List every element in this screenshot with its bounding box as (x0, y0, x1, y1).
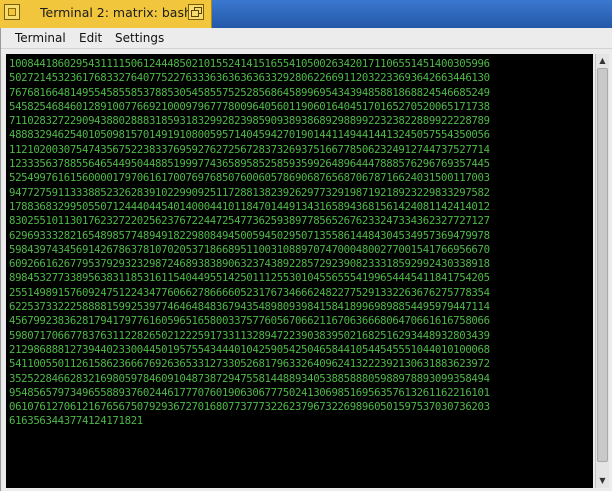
window-menu-icon[interactable] (4, 4, 20, 20)
terminal-line: 5027214532361768332764077522763336363636… (9, 71, 490, 85)
arrow-up-icon[interactable]: ▲ (596, 54, 609, 68)
terminal-line: 7110283272290943880288831859318329928239… (9, 114, 490, 128)
menu-settings[interactable]: Settings (115, 31, 164, 45)
maximize-icon[interactable] (188, 4, 204, 20)
menu-edit[interactable]: Edit (79, 31, 102, 45)
terminal-line: 8302551011301762327220256237672244725477… (9, 214, 490, 228)
scrollbar-thumb[interactable] (597, 68, 608, 462)
terminal-line: 9548565797349655889376024461777076019063… (9, 385, 490, 399)
terminal-line: 3525228466283216980597846091048738729475… (9, 371, 490, 385)
terminal-line: 4567992383628179417977616059651658003375… (9, 314, 490, 328)
terminal-line: 1788368329950550712444044540140004410118… (9, 199, 490, 213)
scrollbar-track[interactable] (597, 68, 608, 474)
terminal-line: 5984397434569142678637810702053718668951… (9, 242, 490, 256)
window-tab[interactable]: Terminal 2: matrix: bash (0, 0, 212, 28)
terminal-text: 1008441860295431111506124448502101552414… (9, 57, 590, 429)
terminal-line: 2129868881273944023300445019575543444010… (9, 342, 490, 356)
vertical-scrollbar[interactable]: ▲ ▼ (595, 54, 609, 488)
terminal-line: 5254997616156000017970616170076976850760… (9, 171, 490, 185)
terminal-line: 6296933328216548985774894918229808494500… (9, 228, 490, 242)
terminal-line: 1121020030754743567522383376959276272567… (9, 142, 490, 156)
arrow-down-icon[interactable]: ▼ (596, 474, 609, 488)
menu-bar: Terminal Edit Settings (1, 28, 612, 49)
terminal-line: 5980717066778376311228265021222591733113… (9, 328, 490, 342)
terminal-line: 1233356378855646544950448851999774365895… (9, 157, 490, 171)
terminal-line: 5411005501126158623666769263653312733052… (9, 357, 490, 371)
terminal-line: 9477275911333885232628391022990925117288… (9, 185, 490, 199)
title-bar: Terminal 2: matrix: bash (0, 0, 612, 28)
terminal-line: 4888329462540105098157014919108005957140… (9, 128, 490, 142)
terminal-line: 6092661626779537929323298724689383890632… (9, 257, 490, 271)
terminal-line: 6163563443774124171821 (9, 414, 143, 428)
terminal-window: Terminal Edit Settings 10084418602954311… (0, 28, 612, 491)
terminal-line: 1008441860295431111506124448502101552414… (9, 57, 490, 70)
terminal-output[interactable]: 1008441860295431111506124448502101552414… (6, 54, 593, 488)
terminal-line: 5458254684601289100776692100097967778009… (9, 99, 490, 113)
window-title: Terminal 2: matrix: bash (40, 5, 192, 20)
terminal-line: 7676816648149554585585378853054585575252… (9, 85, 490, 99)
terminal-line: 2551498915760924751224347760662786666052… (9, 285, 490, 299)
terminal-line: 0610761270612167656750792936727016807737… (9, 400, 490, 414)
terminal-line: 6225373322258888159925397746464848367943… (9, 300, 490, 314)
terminal-line: 8984532773389563831185316115404495514250… (9, 271, 490, 285)
menu-terminal[interactable]: Terminal (15, 31, 66, 45)
